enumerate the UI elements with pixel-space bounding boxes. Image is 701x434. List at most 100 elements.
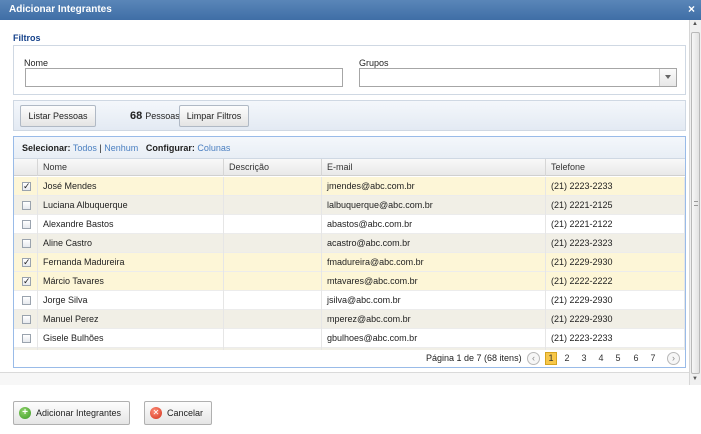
page-6[interactable]: 6 (630, 352, 642, 365)
dialog-footer: + Adicionar Integrantes ✕ Cancelar (0, 386, 701, 434)
cancel-label: Cancelar (167, 408, 204, 418)
cell-nome: Manuel Perez (38, 310, 224, 329)
cell-email: acastro@abc.com.br (322, 234, 546, 253)
cell-checkbox (14, 196, 38, 215)
pager: Página 1 de 7 (68 itens) ‹ 1 2 3 4 5 6 7… (14, 350, 685, 367)
header-checkbox-column (14, 159, 38, 176)
cancel-button[interactable]: ✕ Cancelar (144, 401, 213, 425)
row-checkbox[interactable] (22, 201, 31, 210)
columns-link[interactable]: Colunas (197, 143, 230, 153)
table-header: Nome Descrição E-mail Telefone (14, 159, 685, 176)
table-row[interactable]: Jorge Silva jsilva@abc.com.br (21) 2229-29… (14, 291, 685, 310)
cell-email: fmadureira@abc.com.br (322, 253, 546, 272)
cell-nome: Márcio Tavares (38, 272, 224, 291)
header-email[interactable]: E-mail (322, 159, 546, 176)
prev-page-button[interactable]: ‹ (527, 352, 540, 365)
horizontal-scrollbar[interactable] (0, 372, 689, 385)
table-row[interactable]: Luciana Albuquerque lalbuquerque@abc.com.… (14, 196, 685, 215)
row-checkbox[interactable] (22, 315, 31, 324)
grupos-dropdown-button[interactable] (659, 69, 676, 86)
scroll-down-icon[interactable]: ▼ (692, 376, 698, 382)
page-3[interactable]: 3 (578, 352, 590, 365)
cell-descricao (224, 234, 322, 253)
selecionar-label: Selecionar: (22, 143, 71, 153)
row-checkbox[interactable]: ✓ (22, 182, 31, 191)
vertical-scrollbar[interactable]: ▲ ▼ (689, 20, 701, 385)
page-7[interactable]: 7 (647, 352, 659, 365)
page-2[interactable]: 2 (561, 352, 573, 365)
cell-checkbox: ✓ (14, 253, 38, 272)
header-telefone[interactable]: Telefone (546, 159, 685, 176)
cancel-icon: ✕ (150, 407, 162, 419)
nome-label: Nome (24, 58, 49, 68)
add-icon: + (19, 407, 31, 419)
table-row[interactable]: Alexandre Bastos abastos@abc.com.br (21) 2… (14, 215, 685, 234)
grip-icon (694, 201, 698, 206)
filters-panel: Nome Grupos (13, 45, 686, 95)
cell-checkbox (14, 291, 38, 310)
add-members-label: Adicionar Integrantes (36, 408, 122, 418)
row-checkbox[interactable] (22, 220, 31, 229)
cell-checkbox: ✓ (14, 177, 38, 196)
close-icon[interactable]: × (688, 2, 695, 16)
cell-telefone: (21) 2223-2323 (546, 234, 685, 253)
add-members-dialog: Adicionar Integrantes × Filtros Nome Gru… (0, 0, 701, 434)
listar-pessoas-button[interactable]: Listar Pessoas (20, 105, 96, 127)
cell-telefone: (21) 2229-2930 (546, 253, 685, 272)
header-descricao[interactable]: Descrição (224, 159, 322, 176)
cell-telefone: (21) 2221-2125 (546, 196, 685, 215)
table-row[interactable]: Aline Castro acastro@abc.com.br (21) 2223-… (14, 234, 685, 253)
people-grid: Selecionar: Todos | Nenhum Configurar: C… (13, 136, 686, 368)
cell-email: lalbuquerque@abc.com.br (322, 196, 546, 215)
link-separator: | (99, 143, 102, 153)
page-1[interactable]: 1 (545, 352, 557, 365)
cell-descricao (224, 215, 322, 234)
page-4[interactable]: 4 (595, 352, 607, 365)
next-page-button[interactable]: › (667, 352, 680, 365)
table-row[interactable]: ✓ Fernanda Madureira fmadureira@abc.com.br… (14, 253, 685, 272)
table-row[interactable]: ✓ José Mendes jmendes@abc.com.br (21) 2223-… (14, 177, 685, 196)
people-count-label: Pessoas (145, 111, 180, 121)
cell-telefone: (21) 2223-2233 (546, 177, 685, 196)
row-checkbox[interactable] (22, 239, 31, 248)
table-row[interactable]: ✓ Márcio Tavares mtavares@abc.com.br (21) 2… (14, 272, 685, 291)
header-nome[interactable]: Nome (38, 159, 224, 176)
cell-email: mperez@abc.com.br (322, 310, 546, 329)
grupos-label: Grupos (359, 58, 389, 68)
cell-email: jmendes@abc.com.br (322, 177, 546, 196)
cell-telefone: (21) 2222-2222 (546, 272, 685, 291)
scroll-up-icon[interactable]: ▲ (692, 21, 698, 27)
cell-nome: Luciana Albuquerque (38, 196, 224, 215)
cell-checkbox (14, 329, 38, 348)
page-5[interactable]: 5 (612, 352, 624, 365)
nome-input[interactable] (25, 68, 343, 87)
row-checkbox[interactable] (22, 334, 31, 343)
people-count-number: 68 (130, 110, 143, 122)
add-members-button[interactable]: + Adicionar Integrantes (13, 401, 131, 425)
filters-section-title: Filtros (13, 33, 41, 43)
cell-nome: Jorge Silva (38, 291, 224, 310)
cell-nome: José Mendes (38, 177, 224, 196)
cell-nome: Fernanda Madureira (38, 253, 224, 272)
row-checkbox[interactable]: ✓ (22, 258, 31, 267)
cell-checkbox: ✓ (14, 272, 38, 291)
select-all-link[interactable]: Todos (73, 143, 97, 153)
dialog-title: Adicionar Integrantes (9, 4, 112, 15)
scrollbar-thumb[interactable] (691, 32, 700, 374)
cell-checkbox (14, 215, 38, 234)
cell-descricao (224, 310, 322, 329)
grupos-select[interactable] (359, 68, 677, 87)
table-row[interactable]: Manuel Perez mperez@abc.com.br (21) 2229-2… (14, 310, 685, 329)
chevron-down-icon (665, 75, 671, 79)
selection-bar: Selecionar: Todos | Nenhum Configurar: C… (14, 137, 685, 159)
cell-email: abastos@abc.com.br (322, 215, 546, 234)
select-none-link[interactable]: Nenhum (104, 143, 138, 153)
cell-checkbox (14, 310, 38, 329)
row-checkbox[interactable]: ✓ (22, 277, 31, 286)
table-row[interactable]: Gisele Bulhões gbulhoes@abc.com.br (21) 22… (14, 329, 685, 348)
row-checkbox[interactable] (22, 296, 31, 305)
list-toolbar: Listar Pessoas 68 Pessoas Limpar Filtros (13, 100, 686, 131)
cell-descricao (224, 329, 322, 348)
limpar-filtros-button[interactable]: Limpar Filtros (179, 105, 249, 127)
cell-nome: Gisele Bulhões (38, 329, 224, 348)
